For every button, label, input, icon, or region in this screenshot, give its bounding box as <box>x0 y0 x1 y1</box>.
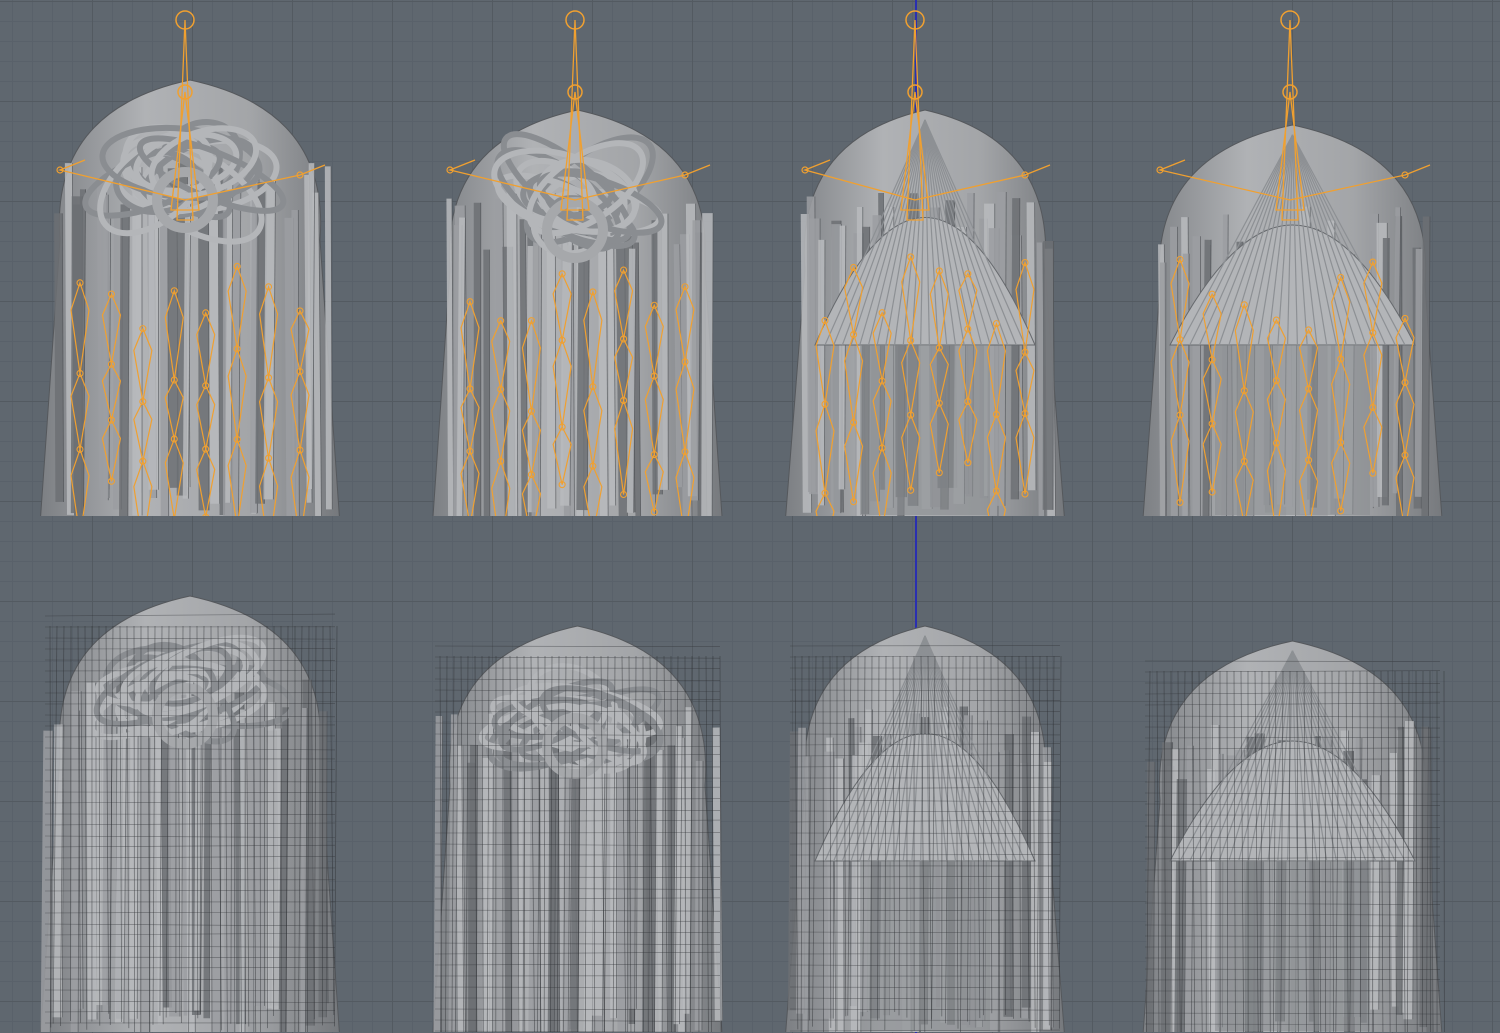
rigged-hair-three-quarter-back-view[interactable] <box>375 0 750 516</box>
rigged-hair-front-view[interactable] <box>750 0 1125 516</box>
wireframe-hair-front-view[interactable] <box>750 516 1125 1032</box>
3d-viewport[interactable] <box>0 0 1500 1033</box>
wireframe-hair-three-quarter-front-view[interactable] <box>1125 516 1500 1032</box>
wireframe-hair-three-quarter-back-view[interactable] <box>375 516 750 1032</box>
rigged-hair-back-view[interactable] <box>0 0 375 516</box>
hair-mesh <box>785 625 1065 1032</box>
hair-mesh <box>432 625 724 1032</box>
hair-mesh <box>1142 640 1443 1032</box>
wireframe-hair-back-view[interactable] <box>0 516 375 1032</box>
rigged-hair-three-quarter-front-view[interactable] <box>1125 0 1500 516</box>
hair-mesh <box>1142 124 1443 516</box>
